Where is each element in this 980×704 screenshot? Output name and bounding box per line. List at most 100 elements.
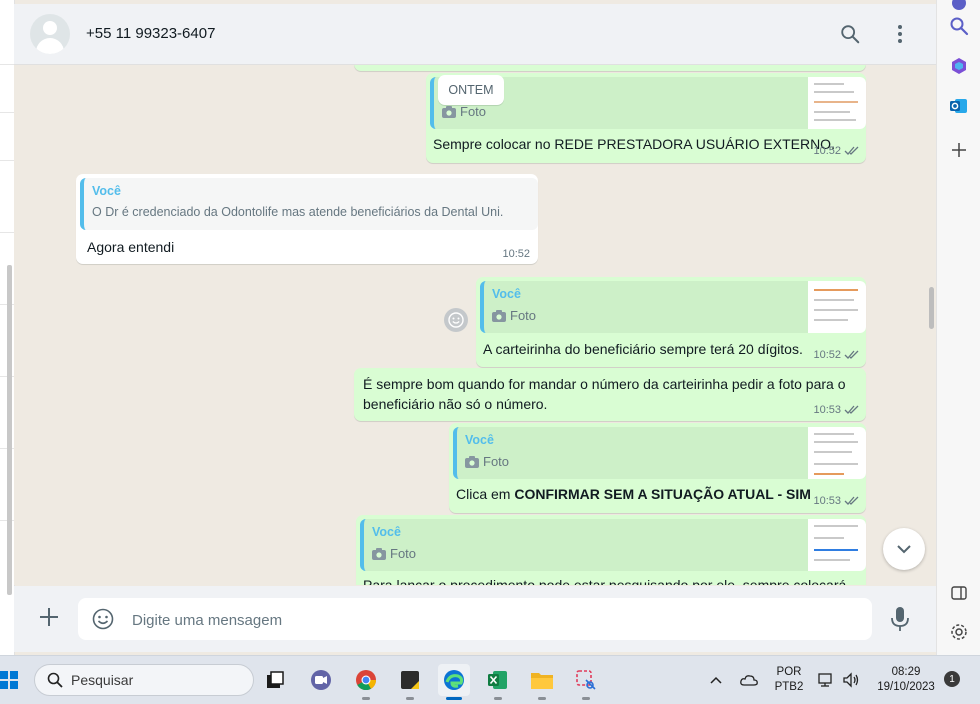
double-check-icon bbox=[844, 405, 859, 414]
message-list-scrollbar[interactable] bbox=[929, 287, 934, 329]
camera-icon bbox=[465, 455, 479, 468]
outlook-icon[interactable] bbox=[947, 94, 971, 118]
file-explorer-icon[interactable] bbox=[526, 664, 558, 700]
message-time: 10:52 bbox=[502, 248, 530, 260]
quoted-photo-text: Foto bbox=[390, 546, 417, 561]
photo-thumbnail[interactable] bbox=[808, 427, 866, 479]
message-text: Para lançar o procedimento pode estar pe… bbox=[363, 577, 847, 585]
quoted-photo-text: Foto bbox=[460, 104, 487, 119]
task-view-icon[interactable] bbox=[259, 664, 291, 696]
divider bbox=[0, 160, 14, 161]
avatar-head-shape bbox=[43, 21, 57, 35]
taskbar-search[interactable]: Pesquisar bbox=[34, 664, 254, 696]
photo-thumbnail[interactable] bbox=[808, 519, 866, 571]
message-meta: 10:52 bbox=[813, 145, 860, 157]
divider bbox=[0, 112, 14, 113]
settings-gear-icon[interactable] bbox=[947, 620, 971, 644]
language-code: POR bbox=[776, 666, 802, 678]
photo-thumbnail[interactable] bbox=[808, 281, 866, 333]
quoted-photo-label: Foto bbox=[492, 308, 536, 323]
contact-avatar[interactable] bbox=[30, 14, 70, 54]
camera-icon bbox=[492, 309, 506, 322]
menu-kebab-icon[interactable] bbox=[886, 20, 914, 48]
volume-icon[interactable] bbox=[838, 664, 864, 696]
message-text: A carteirinha do beneficiário sempre ter… bbox=[483, 341, 803, 357]
search-icon[interactable] bbox=[836, 20, 864, 48]
running-indicator bbox=[538, 697, 546, 700]
clock-time: 08:29 bbox=[891, 666, 921, 678]
scroll-to-bottom-button[interactable] bbox=[883, 528, 925, 570]
quoted-photo[interactable]: Você Foto bbox=[480, 281, 866, 333]
photo-thumbnail[interactable] bbox=[808, 77, 866, 129]
chat-list-scrollbar[interactable] bbox=[7, 265, 12, 595]
message-text-line: É sempre bom quando for mandar o número … bbox=[363, 376, 846, 392]
contact-name[interactable]: +55 11 99323-6407 bbox=[86, 25, 215, 42]
add-icon[interactable] bbox=[947, 138, 971, 162]
quoted-photo[interactable]: Você Foto bbox=[453, 427, 866, 479]
message-meta: 10:53 bbox=[813, 404, 860, 416]
quoted-message[interactable]: Você O Dr é credenciado da Odontolife ma… bbox=[80, 178, 538, 230]
camera-icon bbox=[372, 547, 386, 560]
running-indicator bbox=[582, 697, 590, 700]
running-indicator bbox=[446, 697, 462, 700]
tray-overflow-chevron-icon[interactable] bbox=[702, 664, 730, 696]
microphone-icon[interactable] bbox=[890, 606, 910, 637]
input-language[interactable]: POR PTB2 bbox=[772, 665, 806, 695]
message-time: 10:52 bbox=[813, 145, 841, 157]
message-meta: 10:52 bbox=[813, 349, 860, 361]
taskbar-search-label: Pesquisar bbox=[71, 672, 134, 688]
avatar-body-shape bbox=[36, 38, 64, 54]
message-time: 10:52 bbox=[813, 349, 841, 361]
message-text: Agora entendi bbox=[87, 239, 175, 255]
quoted-photo-text: Foto bbox=[483, 454, 510, 469]
message-text: Sempre colocar no REDE PRESTADORA USUÁRI… bbox=[433, 136, 835, 152]
double-check-icon bbox=[844, 350, 859, 359]
message-list[interactable]: Foto Sempre colocar no REDE PRESTADORA U… bbox=[14, 65, 936, 585]
excel-icon[interactable] bbox=[482, 664, 514, 700]
notification-badge[interactable]: 1 bbox=[944, 671, 960, 687]
message-meta: 10:52 bbox=[502, 248, 530, 260]
double-check-icon bbox=[844, 146, 859, 155]
clock[interactable]: 08:29 19/10/2023 bbox=[870, 665, 942, 695]
divider bbox=[0, 232, 14, 233]
message-meta: 10:53 bbox=[813, 495, 860, 507]
chat-list-edge bbox=[0, 0, 15, 655]
message-text: Clica em CONFIRMAR SEM A SITUAÇÃO ATUAL … bbox=[456, 485, 811, 504]
search-icon bbox=[47, 672, 63, 688]
message-text-line: beneficiário não só o número. bbox=[363, 396, 548, 412]
conversation-header: +55 11 99323-6407 bbox=[14, 4, 936, 65]
react-emoji-icon[interactable] bbox=[444, 308, 468, 332]
keyboard-layout: PTB2 bbox=[774, 681, 804, 693]
message-bubble-outgoing[interactable]: Você Foto A carteirinha do beneficiário … bbox=[476, 277, 866, 367]
chrome-icon[interactable] bbox=[350, 664, 382, 700]
message-bubble-outgoing[interactable]: É sempre bom quando for mandar o número … bbox=[354, 368, 866, 421]
message-bubble-outgoing[interactable]: Você Foto Clica em CONFIRMAR SEM A SITUA… bbox=[449, 423, 866, 513]
snipping-tool-icon[interactable] bbox=[570, 664, 602, 700]
sidebar-toggle-icon[interactable] bbox=[947, 581, 971, 605]
edge-icon[interactable] bbox=[438, 664, 470, 700]
quoted-author: Você bbox=[372, 525, 401, 539]
onedrive-sync-icon[interactable] bbox=[735, 664, 763, 696]
divider bbox=[0, 64, 14, 65]
quoted-photo-label: Foto bbox=[372, 546, 416, 561]
attach-plus-icon[interactable] bbox=[38, 606, 60, 633]
message-input[interactable] bbox=[130, 598, 834, 642]
quoted-photo[interactable]: Você Foto bbox=[360, 519, 866, 571]
sticky-notes-icon[interactable] bbox=[394, 664, 426, 700]
message-text-prefix: Clica em bbox=[456, 486, 515, 502]
search-icon[interactable] bbox=[947, 14, 971, 38]
running-indicator bbox=[406, 697, 414, 700]
quoted-photo-label: Foto bbox=[442, 104, 486, 119]
emoji-icon[interactable] bbox=[92, 608, 114, 635]
message-bubble-incoming[interactable]: Você O Dr é credenciado da Odontolife ma… bbox=[76, 174, 538, 264]
chevron-down-icon bbox=[897, 545, 911, 554]
start-windows-icon[interactable] bbox=[0, 664, 24, 696]
copilot-icon[interactable] bbox=[947, 54, 971, 78]
network-icon[interactable] bbox=[813, 664, 839, 696]
message-bubble-outgoing[interactable]: Você Foto Para lançar o procedimento pod… bbox=[356, 515, 866, 585]
message-input-box[interactable] bbox=[78, 598, 872, 642]
message-time: 10:53 bbox=[813, 404, 841, 416]
teams-meet-icon[interactable] bbox=[305, 664, 337, 696]
quoted-photo-text: Foto bbox=[510, 308, 537, 323]
message-bubble-outgoing[interactable] bbox=[354, 65, 866, 71]
